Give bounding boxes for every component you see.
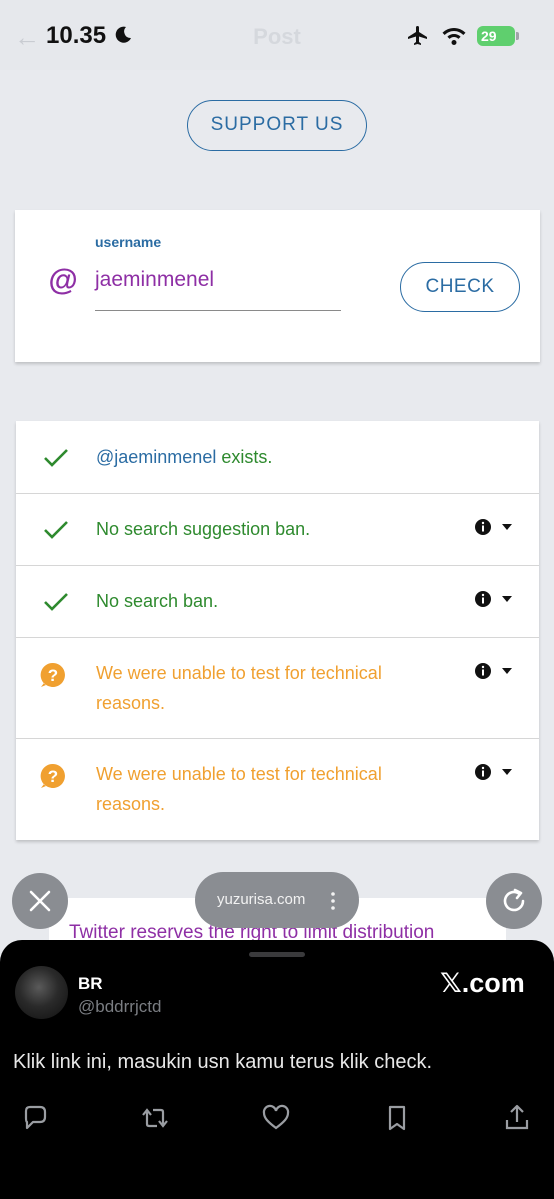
result-row-suggestion-ban[interactable]: No search suggestion ban.	[16, 494, 539, 566]
results-list: @jaeminmenel exists. No search suggestio…	[16, 421, 539, 840]
result-row-search-ban[interactable]: No search ban.	[16, 566, 539, 638]
result-row-technical-2[interactable]: ? We were unable to test for technical r…	[16, 739, 539, 840]
result-text: No search ban.	[96, 591, 219, 611]
result-text: We were unable to test for technical rea…	[96, 764, 382, 814]
airplane-icon	[408, 26, 427, 45]
author-name[interactable]: BR	[78, 974, 103, 994]
share-icon[interactable]	[502, 1103, 532, 1133]
info-icon[interactable]	[474, 763, 492, 781]
close-icon	[29, 890, 51, 912]
username-card: @ username jaeminmenel CHECK	[15, 210, 540, 362]
url-pill[interactable]: yuzurisa.com	[195, 872, 359, 928]
like-icon[interactable]	[261, 1103, 291, 1133]
status-bar: ← Post 10.35 29	[0, 0, 554, 70]
caret-down-icon[interactable]	[502, 524, 512, 530]
more-icon[interactable]	[331, 892, 335, 910]
result-text: No search suggestion ban.	[96, 519, 311, 539]
question-icon: ?	[40, 662, 65, 687]
check-icon	[44, 449, 68, 467]
reload-button[interactable]	[486, 873, 542, 929]
bookmark-icon[interactable]	[382, 1103, 412, 1133]
result-text: @jaeminmenel exists.	[96, 442, 272, 472]
question-icon: ?	[40, 763, 65, 788]
reload-icon	[503, 888, 525, 912]
username-input[interactable]: jaeminmenel	[95, 268, 214, 292]
avatar[interactable]	[15, 966, 68, 1019]
author-handle[interactable]: @bddrrjctd	[78, 997, 161, 1017]
caret-down-icon[interactable]	[502, 668, 512, 674]
url-text: yuzurisa.com	[217, 891, 306, 908]
check-icon	[44, 521, 68, 539]
info-icon[interactable]	[474, 518, 492, 536]
caret-down-icon[interactable]	[502, 769, 512, 775]
input-underline	[95, 310, 341, 311]
reply-icon[interactable]	[20, 1103, 50, 1133]
svg-text:?: ?	[48, 666, 58, 685]
username-label: username	[95, 234, 162, 250]
result-row-exists: @jaeminmenel exists.	[16, 421, 539, 494]
info-icon[interactable]	[474, 590, 492, 608]
moon-icon	[115, 26, 131, 43]
result-row-technical-1[interactable]: ? We were unable to test for technical r…	[16, 638, 539, 739]
battery-indicator: 29	[477, 26, 515, 46]
battery-tip	[516, 32, 519, 40]
at-prefix: @	[48, 264, 78, 297]
svg-text:?: ?	[48, 767, 58, 786]
post-sheet: BR @bddrrjctd 𝕏.com Klik link ini, masuk…	[0, 940, 554, 1199]
check-icon	[44, 593, 68, 611]
post-text: Klik link ini, masukin usn kamu terus kl…	[13, 1051, 433, 1073]
caret-down-icon[interactable]	[502, 596, 512, 602]
support-us-button[interactable]: SUPPORT US	[187, 100, 367, 151]
check-button[interactable]: CHECK	[400, 262, 520, 312]
status-time: 10.35	[46, 22, 107, 49]
repost-icon[interactable]	[140, 1103, 170, 1133]
result-handle: @jaeminmenel	[96, 447, 217, 467]
result-text: We were unable to test for technical rea…	[96, 663, 382, 713]
sheet-handle[interactable]	[249, 952, 305, 957]
close-browser-button[interactable]	[12, 873, 68, 929]
x-logo[interactable]: 𝕏.com	[440, 968, 525, 999]
wifi-icon	[442, 28, 466, 45]
result-status: exists.	[216, 447, 273, 467]
info-icon[interactable]	[474, 662, 492, 680]
